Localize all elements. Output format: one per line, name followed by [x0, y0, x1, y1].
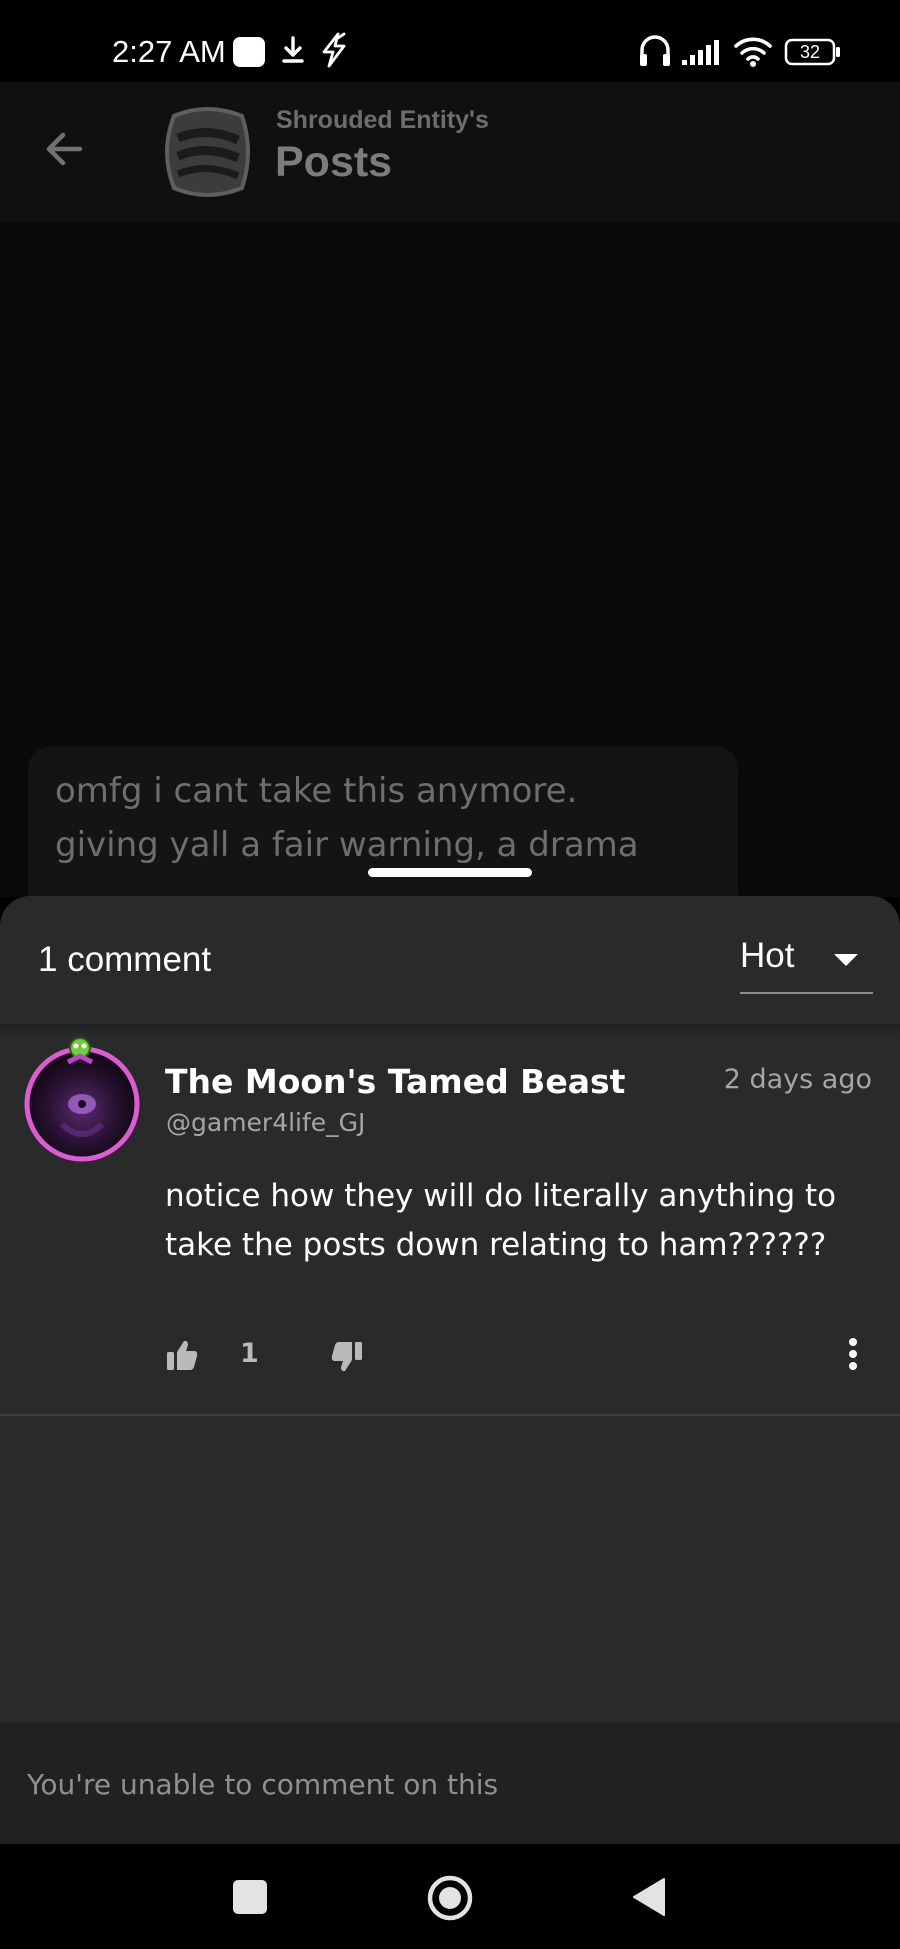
comment-handle[interactable]: @gamer4life_GJ	[166, 1108, 365, 1137]
channel-name: Shrouded Entity's	[276, 106, 489, 134]
comments-sheet-header: 1 comment Hot	[0, 896, 900, 1026]
posts-page-background: Shrouded Entity's Posts omfg i cant take…	[0, 82, 900, 947]
flash-icon	[322, 32, 346, 68]
thumbs-down-icon[interactable]	[330, 1340, 364, 1374]
like-count: 1	[240, 1338, 259, 1369]
chevron-down-icon	[834, 954, 858, 966]
more-options-icon[interactable]	[838, 1334, 868, 1374]
home-icon[interactable]	[426, 1874, 474, 1922]
channel-avatar	[165, 107, 250, 197]
comment-body: notice how they will do literally anythi…	[165, 1178, 837, 1263]
wifi-icon	[734, 37, 772, 67]
sort-selected-value: Hot	[740, 936, 795, 975]
thumbs-up-icon[interactable]	[165, 1338, 199, 1372]
headphones-icon	[640, 35, 670, 66]
status-bar: 2:27 AM 32	[0, 0, 900, 82]
comment-count: 1 comment	[38, 940, 212, 979]
comments-sheet: 1 comment Hot The Moon's Tamed Beast 2 d…	[0, 896, 900, 1844]
back-triangle-icon[interactable]	[632, 1877, 666, 1917]
post-text-line: giving yall a fair warning, a drama	[55, 825, 639, 865]
sheet-drag-handle[interactable]	[368, 868, 532, 877]
system-nav-bar	[0, 1844, 900, 1949]
status-time: 2:27 AM	[112, 34, 226, 69]
avatar[interactable]	[22, 1034, 142, 1162]
sort-dropdown[interactable]: Hot	[740, 930, 873, 994]
post-text-line: omfg i cant take this anymore.	[55, 771, 578, 811]
comment-item: The Moon's Tamed Beast 2 days ago @gamer…	[0, 1026, 900, 1416]
comment-input-disabled: You're unable to comment on this	[0, 1722, 900, 1844]
comment-timestamp: 2 days ago	[723, 1064, 872, 1095]
download-icon	[282, 36, 304, 63]
page-title: Posts	[275, 138, 393, 186]
recent-apps-icon[interactable]	[233, 1880, 267, 1914]
battery-icon: 32	[784, 38, 842, 66]
battery-level: 32	[799, 42, 821, 62]
page-header: Shrouded Entity's Posts	[0, 82, 900, 222]
back-arrow-icon[interactable]	[38, 122, 92, 176]
app-notification-icon	[233, 37, 265, 67]
comment-disabled-message: You're unable to comment on this	[27, 1768, 499, 1801]
comment-author[interactable]: The Moon's Tamed Beast	[165, 1062, 625, 1101]
signal-icon	[682, 40, 719, 65]
